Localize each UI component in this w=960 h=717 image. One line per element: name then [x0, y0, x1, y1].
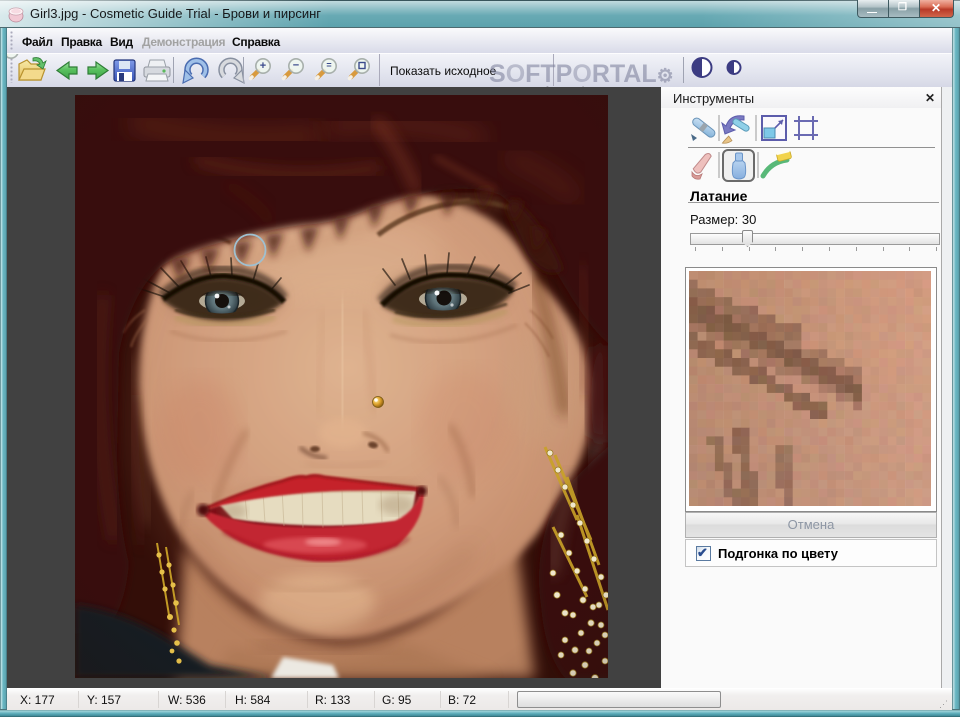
- svg-text:+: +: [260, 60, 266, 72]
- svg-text:−: −: [293, 60, 299, 72]
- svg-text:=: =: [326, 60, 331, 70]
